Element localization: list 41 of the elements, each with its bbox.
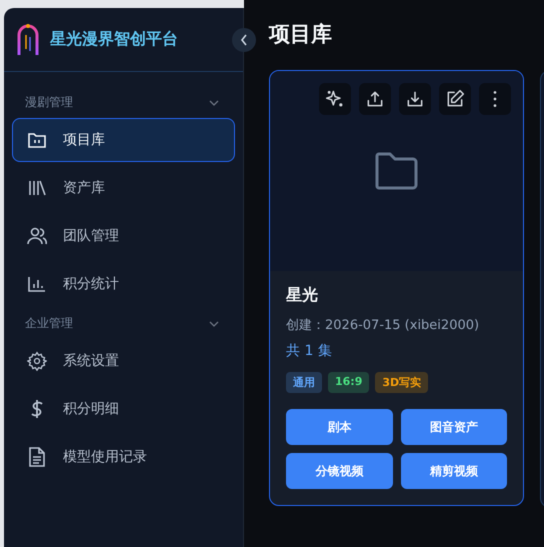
sparkle-icon (325, 89, 345, 109)
upload-button[interactable] (359, 83, 391, 115)
sidebar-item[interactable]: 积分明细 (12, 387, 235, 431)
group-header[interactable]: 漫剧管理 (12, 88, 235, 117)
more-icon (493, 91, 497, 107)
action-button[interactable]: 图音资产 (400, 409, 507, 445)
chart-icon (27, 276, 47, 292)
group-header[interactable]: 企业管理 (12, 309, 235, 338)
sidebar-item[interactable]: 团队管理 (12, 214, 235, 258)
document-icon (27, 447, 47, 467)
download-icon (405, 89, 425, 109)
settings-icon (27, 351, 47, 371)
sidebar-item[interactable]: 模型使用记录 (12, 435, 235, 479)
logo-icon (16, 22, 40, 56)
episode-count: 共 1 集 (286, 342, 333, 360)
edit-button[interactable] (439, 83, 471, 115)
project-name: 星光 (286, 285, 319, 306)
project-card[interactable]: 星光 创建：2026-07-15 (xibei2000) 共 1 集 通用 16:9 3D写实 剧本 图音资产 分镜视频 精剪视频 (269, 70, 524, 506)
tag: 16:9 (328, 372, 370, 393)
download-button[interactable] (399, 83, 431, 115)
sparkle-button[interactable] (319, 83, 351, 115)
collapse-button[interactable] (232, 28, 256, 52)
page-title: 项目库 (269, 21, 333, 48)
action-button[interactable]: 精剪视频 (400, 453, 507, 489)
created-date: 创建：2026-07-15 (xibei2000) (286, 317, 480, 334)
library-icon (27, 180, 47, 196)
sidebar-item[interactable]: 资产库 (12, 166, 235, 210)
folder-icon (27, 131, 47, 149)
chevron-left-icon (240, 34, 248, 46)
brand-name: 星光漫界智创平台 (50, 29, 178, 50)
tag: 通用 (286, 372, 322, 393)
action-button[interactable]: 剧本 (286, 409, 392, 445)
sidebar-item[interactable]: 系统设置 (12, 339, 235, 383)
action-button[interactable]: 分镜视频 (286, 453, 392, 489)
sidebar-item[interactable]: 积分统计 (12, 262, 235, 306)
users-icon (27, 227, 47, 245)
edit-icon (445, 89, 465, 109)
tag: 3D写实 (375, 372, 428, 393)
folder-icon (374, 152, 418, 190)
upload-icon (365, 89, 385, 109)
sidebar-item[interactable]: 项目库 (12, 118, 235, 162)
